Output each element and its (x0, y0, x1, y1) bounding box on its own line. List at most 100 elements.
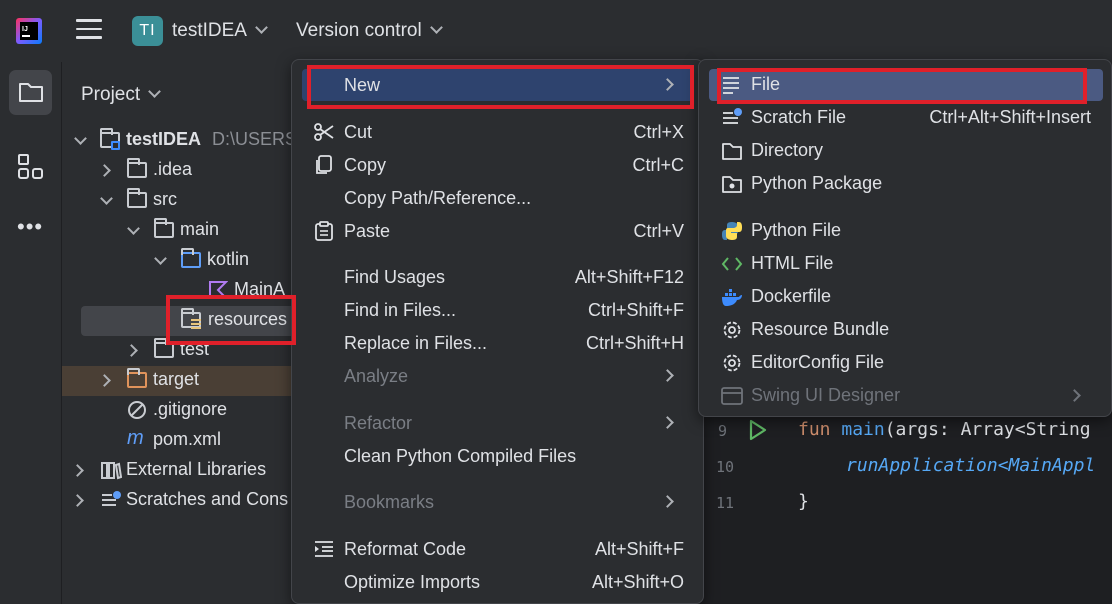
menu-item-label: Replace in Files... (344, 333, 488, 353)
tree-item-mainapp[interactable]: MainA (62, 276, 302, 306)
tree-item-external-libraries[interactable]: External Libraries (62, 456, 302, 486)
menu-item-copy-path[interactable]: Copy Path/Reference... (302, 182, 694, 214)
chevron-down-icon[interactable] (127, 222, 140, 235)
tree-path: D:\USERS (212, 129, 298, 149)
menu-item-label: Bookmarks (344, 492, 435, 512)
chevron-right-icon[interactable] (71, 464, 84, 477)
menu-item-optimize-imports[interactable]: Optimize Imports Alt+Shift+O (302, 566, 694, 598)
menu-item-label: Refactor (344, 413, 413, 433)
project-tool-button[interactable] (9, 70, 52, 115)
project-switcher[interactable]: testIDEA (172, 20, 268, 42)
menu-item-label: Clean Python Compiled Files (344, 446, 577, 466)
html-icon (721, 257, 743, 271)
tree-item-idea[interactable]: .idea (62, 156, 302, 186)
menu-shortcut: Alt+Shift+F12 (574, 267, 684, 287)
menu-shortcut: Alt+Shift+O (591, 572, 684, 592)
menu-item-find-in-files[interactable]: Find in Files... Ctrl+Shift+F (302, 294, 694, 326)
chevron-right-icon[interactable] (98, 164, 111, 177)
more-tools-icon[interactable]: ••• (17, 214, 43, 240)
tree-label: test (180, 339, 210, 359)
folder-icon (154, 338, 176, 360)
chevron-down-icon[interactable] (100, 192, 113, 205)
chevron-right-icon[interactable] (71, 494, 84, 507)
clipboard-icon (315, 221, 333, 241)
chevron-right-icon[interactable] (125, 344, 138, 357)
menu-item-cut[interactable]: Cut Ctrl+X (302, 116, 694, 148)
menu-item-label: Copy Path/Reference... (344, 188, 532, 208)
menu-item-refactor[interactable]: Refactor (302, 407, 694, 439)
menu-item-copy[interactable]: Copy Ctrl+C (302, 149, 694, 181)
scratch-file-icon (723, 108, 742, 124)
tree-item-resources[interactable]: resources (81, 306, 302, 336)
tree-item-kotlin[interactable]: kotlin (62, 246, 302, 276)
run-gutter-icon[interactable] (748, 419, 768, 441)
chevron-right-icon (661, 78, 674, 91)
submenu-item-dockerfile[interactable]: Dockerfile (709, 281, 1103, 313)
title-bar: IJ TI testIDEA Version control (0, 0, 1112, 62)
code-editor[interactable]: 9 fun main(args: Array<String 10 runAppl… (700, 412, 1112, 604)
tree-item-testidea[interactable]: testIDEA D:\USERS (62, 126, 302, 156)
main-menu-button[interactable] (76, 19, 102, 43)
tree-item-src[interactable]: src (62, 186, 302, 216)
menu-item-paste[interactable]: Paste Ctrl+V (302, 215, 694, 247)
library-icon (100, 460, 123, 480)
submenu-item-python-file[interactable]: Python File (709, 215, 1103, 247)
submenu-item-python-package[interactable]: Python Package (709, 168, 1103, 200)
chevron-down-icon[interactable] (74, 132, 87, 145)
submenu-item-label: HTML File (751, 253, 834, 273)
tree-label: MainA (234, 279, 286, 299)
tree-item-scratches[interactable]: Scratches and Cons (62, 486, 302, 516)
folder-icon (127, 158, 149, 180)
menu-item-new[interactable]: New (302, 69, 694, 101)
tree-item-test[interactable]: test (62, 336, 302, 366)
chevron-right-icon (1068, 389, 1081, 402)
menu-item-clean-python[interactable]: Clean Python Compiled Files (302, 440, 694, 472)
submenu-item-label: Swing UI Designer (751, 385, 901, 405)
tree-item-gitignore[interactable]: .gitignore (62, 396, 302, 426)
tree-label: testIDEA (126, 129, 202, 149)
chevron-right-icon[interactable] (98, 374, 111, 387)
submenu-item-label: Python File (751, 220, 842, 240)
structure-tool-button[interactable] (9, 144, 52, 187)
chevron-down-icon (255, 21, 268, 34)
menu-item-replace-in-files[interactable]: Replace in Files... Ctrl+Shift+H (302, 327, 694, 359)
line-number: 9 (718, 422, 728, 440)
project-name: testIDEA (172, 20, 247, 41)
line-number: 10 (716, 458, 735, 476)
gear-icon (723, 321, 741, 339)
submenu-item-editorconfig[interactable]: EditorConfig File (709, 347, 1103, 379)
submenu-item-file[interactable]: File (709, 69, 1103, 101)
menu-item-analyze[interactable]: Analyze (302, 360, 694, 392)
chevron-down-icon[interactable] (154, 252, 167, 265)
menu-item-find-usages[interactable]: Find Usages Alt+Shift+F12 (302, 261, 694, 293)
tree-item-target[interactable]: target (62, 366, 302, 396)
submenu-item-scratch-file[interactable]: Scratch File Ctrl+Alt+Shift+Insert (709, 102, 1103, 134)
menu-item-label: Optimize Imports (344, 572, 481, 592)
submenu-item-directory[interactable]: Directory (709, 135, 1103, 167)
version-control-label: Version control (296, 20, 422, 41)
submenu-item-label: Scratch File (751, 107, 847, 127)
line-number: 11 (716, 494, 735, 512)
code-line-10: runApplication<MainAppl (846, 455, 1096, 476)
tree-item-pom[interactable]: m pom.xml (62, 426, 302, 456)
ignore-file-icon (127, 400, 149, 420)
tree-label: .idea (153, 159, 193, 179)
chevron-right-icon (661, 416, 674, 429)
menu-item-reformat-code[interactable]: Reformat Code Alt+Shift+F (302, 533, 694, 565)
submenu-item-html-file[interactable]: HTML File (709, 248, 1103, 280)
module-folder-icon (100, 128, 122, 150)
menu-item-bookmarks[interactable]: Bookmarks (302, 486, 694, 518)
intellij-logo-icon[interactable]: IJ (16, 18, 42, 44)
version-control-menu[interactable]: Version control (296, 20, 443, 42)
project-view-selector[interactable]: Project (81, 84, 162, 106)
scratches-icon (100, 490, 122, 510)
submenu-item-resource-bundle[interactable]: Resource Bundle (709, 314, 1103, 346)
submenu-item-swing-ui[interactable]: Swing UI Designer (709, 380, 1103, 412)
menu-item-label: Find Usages (344, 267, 446, 287)
menu-shortcut: Ctrl+C (632, 155, 684, 175)
tree-item-main[interactable]: main (62, 216, 302, 246)
tree-label: src (153, 189, 177, 209)
project-badge[interactable]: TI (132, 16, 163, 46)
submenu-item-label: Directory (751, 140, 824, 160)
menu-shortcut: Ctrl+Alt+Shift+Insert (929, 107, 1091, 127)
